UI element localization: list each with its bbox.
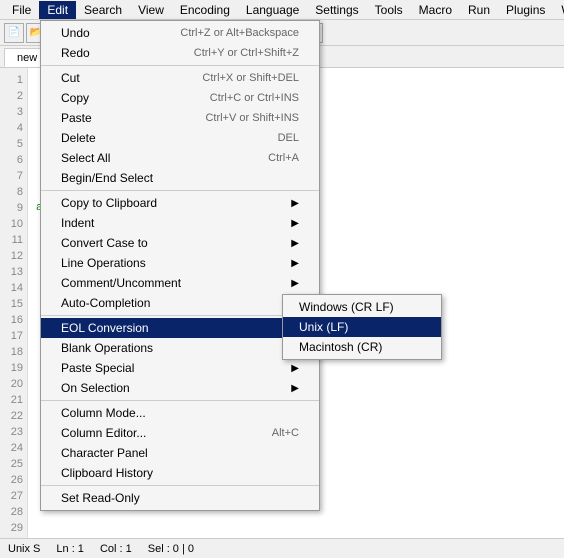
menu-item-onselection-label: On Selection [61, 381, 130, 395]
menu-item-blankops[interactable]: Blank Operations ▶ [41, 338, 319, 358]
menu-item-redo-label: Redo [61, 46, 90, 60]
menu-item-undo-shortcut: Ctrl+Z or Alt+Backspace [180, 27, 299, 39]
menu-item-convertcase-label: Convert Case to [61, 236, 148, 250]
menu-settings[interactable]: Settings [307, 1, 366, 19]
arrow-icon: ▶ [291, 218, 299, 229]
menu-item-cliphistory-label: Clipboard History [61, 466, 153, 480]
menu-item-columneditor-label: Column Editor... [61, 426, 146, 440]
statusbar: Unix S Ln : 1 Col : 1 Sel : 0 | 0 [0, 538, 564, 558]
menu-item-copyclipboard[interactable]: Copy to Clipboard ▶ [41, 193, 319, 213]
menu-item-indent[interactable]: Indent ▶ [41, 213, 319, 233]
arrow-icon: ▶ [291, 278, 299, 289]
submenu-item-unix[interactable]: Unix (LF) [283, 317, 441, 337]
toolbar-new[interactable]: 📄 [4, 23, 24, 43]
menu-language[interactable]: Language [238, 1, 307, 19]
sep1 [41, 65, 319, 66]
menu-item-autocomp[interactable]: Auto-Completion ▶ [41, 293, 319, 313]
menu-item-setreadonly[interactable]: Set Read-Only [41, 488, 319, 508]
menu-macro[interactable]: Macro [411, 1, 460, 19]
menu-item-columneditor[interactable]: Column Editor... Alt+C [41, 423, 319, 443]
arrow-icon: ▶ [291, 198, 299, 209]
menu-item-eolconv[interactable]: EOL Conversion ▶ [41, 318, 319, 338]
menu-item-onselection[interactable]: On Selection ▶ [41, 378, 319, 398]
arrow-icon: ▶ [291, 258, 299, 269]
menu-item-redo-shortcut: Ctrl+Y or Ctrl+Shift+Z [194, 47, 299, 59]
menu-item-comment[interactable]: Comment/Uncomment ▶ [41, 273, 319, 293]
menu-item-delete-shortcut: DEL [278, 132, 299, 144]
menu-plugins[interactable]: Plugins [498, 1, 553, 19]
menu-view[interactable]: View [130, 1, 172, 19]
menu-item-beginendsel[interactable]: Begin/End Select [41, 168, 319, 188]
menubar: File Edit Search View Encoding Language … [0, 0, 564, 20]
sep4 [41, 400, 319, 401]
menu-item-charpanel-label: Character Panel [61, 446, 148, 460]
menu-item-paste[interactable]: Paste Ctrl+V or Shift+INS [41, 108, 319, 128]
menu-file[interactable]: File [4, 1, 39, 19]
menu-item-undo-label: Undo [61, 26, 90, 40]
menu-item-comment-label: Comment/Uncomment [61, 276, 181, 290]
menu-item-columneditor-shortcut: Alt+C [272, 427, 299, 439]
menu-item-autocomp-label: Auto-Completion [61, 296, 150, 310]
arrow-icon: ▶ [291, 238, 299, 249]
menu-item-lineops-label: Line Operations [61, 256, 146, 270]
menu-item-paste-shortcut: Ctrl+V or Shift+INS [205, 112, 299, 124]
menu-item-convertcase[interactable]: Convert Case to ▶ [41, 233, 319, 253]
submenu-item-mac[interactable]: Macintosh (CR) [283, 337, 441, 357]
menu-item-columnmode-label: Column Mode... [61, 406, 146, 420]
menu-item-selectall-label: Select All [61, 151, 110, 165]
menu-item-lineops[interactable]: Line Operations ▶ [41, 253, 319, 273]
menu-item-cliphistory[interactable]: Clipboard History [41, 463, 319, 483]
eol-submenu: Windows (CR LF) Unix (LF) Macintosh (CR) [282, 294, 442, 360]
submenu-windows-label: Windows (CR LF) [299, 300, 394, 314]
menu-item-redo[interactable]: Redo Ctrl+Y or Ctrl+Shift+Z [41, 43, 319, 63]
menu-item-columnmode[interactable]: Column Mode... [41, 403, 319, 423]
menu-edit[interactable]: Edit [39, 1, 76, 19]
line-numbers: 12345 678910 1112131415 1617181920 21222… [0, 68, 28, 538]
menu-window[interactable]: Window [553, 1, 564, 19]
menu-item-delete[interactable]: Delete DEL [41, 128, 319, 148]
menu-tools[interactable]: Tools [367, 1, 411, 19]
menu-search[interactable]: Search [76, 1, 130, 19]
menu-item-pastespecial[interactable]: Paste Special ▶ [41, 358, 319, 378]
menu-item-eolconv-label: EOL Conversion [61, 321, 149, 335]
menu-item-copy-shortcut: Ctrl+C or Ctrl+INS [210, 92, 299, 104]
status-unix: Unix S [8, 543, 40, 555]
menu-item-blankops-label: Blank Operations [61, 341, 153, 355]
status-sel: Sel : 0 | 0 [148, 543, 194, 555]
menu-encoding[interactable]: Encoding [172, 1, 238, 19]
menu-item-copy[interactable]: Copy Ctrl+C or Ctrl+INS [41, 88, 319, 108]
menu-item-charpanel[interactable]: Character Panel [41, 443, 319, 463]
arrow-icon: ▶ [291, 383, 299, 394]
menu-item-copy-label: Copy [61, 91, 89, 105]
menu-item-cut[interactable]: Cut Ctrl+X or Shift+DEL [41, 68, 319, 88]
status-ln: Ln : 1 [56, 543, 84, 555]
arrow-icon: ▶ [291, 363, 299, 374]
submenu-item-windows[interactable]: Windows (CR LF) [283, 297, 441, 317]
submenu-unix-label: Unix (LF) [299, 320, 348, 334]
menu-item-selectall-shortcut: Ctrl+A [268, 152, 299, 164]
menu-item-selectall[interactable]: Select All Ctrl+A [41, 148, 319, 168]
menu-item-pastespecial-label: Paste Special [61, 361, 134, 375]
menu-item-copyclipboard-label: Copy to Clipboard [61, 196, 157, 210]
edit-dropdown-menu: Undo Ctrl+Z or Alt+Backspace Redo Ctrl+Y… [40, 20, 320, 511]
menu-item-cut-shortcut: Ctrl+X or Shift+DEL [202, 72, 299, 84]
menu-item-paste-label: Paste [61, 111, 92, 125]
menu-item-undo[interactable]: Undo Ctrl+Z or Alt+Backspace [41, 23, 319, 43]
menu-item-delete-label: Delete [61, 131, 96, 145]
sep2 [41, 190, 319, 191]
menu-item-indent-label: Indent [61, 216, 94, 230]
submenu-mac-label: Macintosh (CR) [299, 340, 382, 354]
menu-run[interactable]: Run [460, 1, 498, 19]
menu-item-beginendsel-label: Begin/End Select [61, 171, 153, 185]
sep5 [41, 485, 319, 486]
status-col: Col : 1 [100, 543, 132, 555]
menu-item-setreadonly-label: Set Read-Only [61, 491, 140, 505]
sep3 [41, 315, 319, 316]
menu-item-cut-label: Cut [61, 71, 80, 85]
